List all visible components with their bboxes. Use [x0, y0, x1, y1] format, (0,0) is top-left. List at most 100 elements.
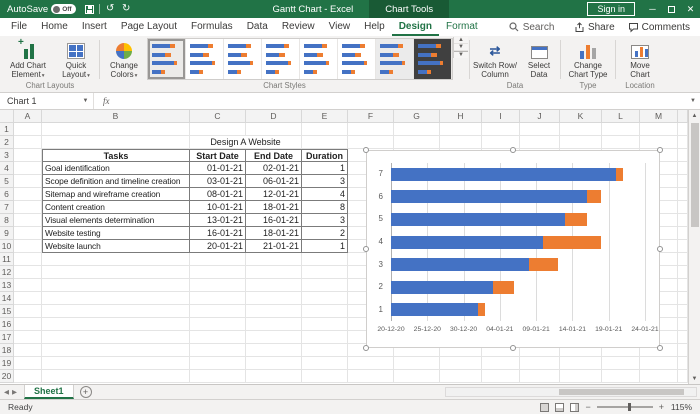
cell-E5[interactable]: 3 [302, 175, 348, 188]
column-header-F[interactable]: F [348, 110, 394, 123]
cell-K20[interactable] [560, 370, 602, 383]
cell-C9[interactable]: 16-01-21 [190, 227, 246, 240]
cell-D18[interactable] [246, 344, 302, 357]
column-header-D[interactable]: D [246, 110, 302, 123]
chart-x-axis-label[interactable]: 09-01-21 [518, 326, 554, 333]
cell-B5[interactable]: Scope definition and timeline creation [42, 175, 190, 188]
comments-button[interactable]: Comments [628, 22, 690, 33]
formula-input[interactable] [119, 93, 687, 109]
cell-B4[interactable]: Goal identification [42, 162, 190, 175]
scroll-down-icon[interactable]: ▼ [689, 373, 700, 384]
cell-A4[interactable] [14, 162, 42, 175]
chart-style-option-8[interactable] [414, 39, 452, 79]
chart-resize-handle[interactable] [363, 147, 369, 153]
cell-L19[interactable] [602, 357, 640, 370]
chart-x-axis-label[interactable]: 30-12-20 [446, 326, 482, 333]
autosave-toggle[interactable]: Off [51, 4, 76, 14]
add-chart-element-button[interactable]: + Add Chart Element▾ [2, 37, 54, 81]
cell-B14[interactable] [42, 292, 190, 305]
column-header-B[interactable]: B [42, 110, 190, 123]
cell-D1[interactable] [246, 123, 302, 136]
formula-bar-expand-icon[interactable]: ▼ [686, 98, 700, 104]
insert-function-button[interactable]: fx [94, 96, 119, 106]
cell-H20[interactable] [440, 370, 482, 383]
cell-E20[interactable] [302, 370, 348, 383]
cell-C19[interactable] [190, 357, 246, 370]
row-header-9[interactable]: 9 [0, 227, 14, 240]
gantt-offset-bar[interactable] [391, 258, 529, 271]
gantt-duration-bar[interactable] [587, 190, 602, 203]
cell-F20[interactable] [348, 370, 394, 383]
tab-data[interactable]: Data [240, 18, 275, 36]
gantt-duration-bar[interactable] [565, 213, 587, 226]
chart-y-axis-label[interactable]: 3 [367, 260, 383, 269]
zoom-in-button[interactable]: + [659, 402, 664, 412]
gallery-scroll-down-button[interactable]: ▼ [454, 44, 468, 51]
cell-L2[interactable] [602, 136, 640, 149]
row-header-19[interactable]: 19 [0, 357, 14, 370]
cell-J1[interactable] [520, 123, 560, 136]
cell-C7[interactable]: 10-01-21 [190, 201, 246, 214]
cell-M19[interactable] [640, 357, 678, 370]
chart-tools-contextual-tab[interactable]: Chart Tools [369, 0, 449, 18]
cell-E11[interactable] [302, 253, 348, 266]
row-header-17[interactable]: 17 [0, 331, 14, 344]
scroll-up-icon[interactable]: ▲ [689, 110, 700, 121]
cell-K19[interactable] [560, 357, 602, 370]
cell-B9[interactable]: Website testing [42, 227, 190, 240]
cell-C6[interactable]: 08-01-21 [190, 188, 246, 201]
column-header-M[interactable]: M [640, 110, 678, 123]
cell-A17[interactable] [14, 331, 42, 344]
column-header-H[interactable]: H [440, 110, 482, 123]
cell-H19[interactable] [440, 357, 482, 370]
cell-C20[interactable] [190, 370, 246, 383]
chart-resize-handle[interactable] [363, 246, 369, 252]
normal-view-button[interactable] [540, 403, 549, 412]
maximize-button[interactable] [662, 0, 681, 18]
cell-D8[interactable]: 16-01-21 [246, 214, 302, 227]
gantt-chart-object[interactable]: 20-12-2025-12-2030-12-2004-01-2109-01-21… [366, 150, 660, 348]
cell-I19[interactable] [482, 357, 520, 370]
cell-E14[interactable] [302, 292, 348, 305]
cell-B13[interactable] [42, 279, 190, 292]
search-box[interactable]: Search [509, 22, 555, 33]
row-header-6[interactable]: 6 [0, 188, 14, 201]
chart-y-axis-label[interactable]: 7 [367, 169, 383, 178]
cell-A9[interactable] [14, 227, 42, 240]
cell-B1[interactable] [42, 123, 190, 136]
cell-F1[interactable] [348, 123, 394, 136]
cell-B11[interactable] [42, 253, 190, 266]
row-header-2[interactable]: 2 [0, 136, 14, 149]
chart-style-option-2[interactable] [186, 39, 224, 79]
cell-E19[interactable] [302, 357, 348, 370]
cell-B17[interactable] [42, 331, 190, 344]
cell-A13[interactable] [14, 279, 42, 292]
gantt-offset-bar[interactable] [391, 303, 478, 316]
cell-E4[interactable]: 1 [302, 162, 348, 175]
cell-D17[interactable] [246, 331, 302, 344]
cell-A12[interactable] [14, 266, 42, 279]
cell-title-C2[interactable]: Design A Website [190, 136, 302, 149]
cell-E1[interactable] [302, 123, 348, 136]
chart-style-option-7[interactable] [376, 39, 414, 79]
select-all-button[interactable] [0, 110, 14, 123]
cell-C5[interactable]: 03-01-21 [190, 175, 246, 188]
cell-B7[interactable]: Content creation [42, 201, 190, 214]
chart-style-option-1[interactable] [148, 39, 186, 79]
chart-resize-handle[interactable] [363, 345, 369, 351]
cell-A11[interactable] [14, 253, 42, 266]
sign-in-button[interactable]: Sign in [587, 2, 635, 16]
cell-A19[interactable] [14, 357, 42, 370]
save-button[interactable] [81, 0, 97, 18]
chart-style-option-3[interactable] [224, 39, 262, 79]
share-button[interactable]: Share [574, 22, 615, 33]
row-header-16[interactable]: 16 [0, 318, 14, 331]
cell-C16[interactable] [190, 318, 246, 331]
chart-x-axis-label[interactable]: 04-01-21 [482, 326, 518, 333]
tab-review[interactable]: Review [275, 18, 322, 36]
sheet-tab-sheet1[interactable]: Sheet1 [24, 385, 74, 399]
cell-D19[interactable] [246, 357, 302, 370]
zoom-level[interactable]: 115% [670, 402, 692, 412]
row-header-10[interactable]: 10 [0, 240, 14, 253]
cell-E17[interactable] [302, 331, 348, 344]
